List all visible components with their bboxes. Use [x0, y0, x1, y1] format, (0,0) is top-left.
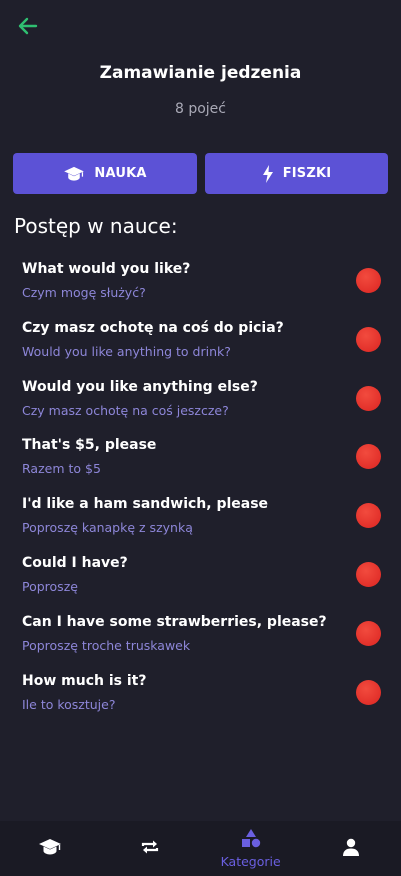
list-item[interactable]: That's $5, please Razem to $5 — [0, 434, 401, 493]
term-question: Can I have some strawberries, please? — [22, 613, 327, 630]
status-dot — [356, 268, 381, 293]
list-item[interactable]: Could I have? Poproszę — [0, 552, 401, 611]
status-dot — [356, 503, 381, 529]
term-answer: Poproszę kanapkę z szynką — [22, 520, 193, 536]
list-item[interactable]: Can I have some strawberries, please? Po… — [0, 611, 401, 670]
learn-button[interactable]: NAUKA — [13, 153, 197, 194]
term-answer: Ile to kosztuje? — [22, 696, 116, 712]
status-dot — [356, 620, 381, 646]
term-question: How much is it? — [22, 672, 147, 689]
flashcards-button[interactable]: FISZKI — [205, 153, 388, 194]
term-answer: Czym mogę służyć? — [22, 285, 146, 300]
bottom-navigation: Kategorie — [0, 821, 401, 876]
term-question: Would you like anything else? — [22, 378, 258, 395]
graduation-cap-icon — [63, 166, 85, 182]
user-icon — [342, 838, 360, 860]
status-dot — [356, 385, 381, 411]
term-question: Czy masz ochotę na coś do picia? — [22, 319, 284, 336]
status-dot — [356, 561, 381, 587]
term-answer: Poproszę — [22, 578, 78, 594]
list-item[interactable]: I'd like a ham sandwich, please Poproszę… — [0, 493, 401, 552]
page-title: Zamawianie jedzenia — [99, 63, 302, 83]
term-answer: Poproszę troche truskawek — [22, 637, 191, 653]
term-answer: Razem to $5 — [22, 461, 101, 477]
list-item[interactable]: What would you like? Czym mogę służyć? — [0, 258, 401, 317]
term-count: 8 pojeć — [174, 101, 226, 117]
shapes-icon — [240, 828, 262, 852]
term-list: What would you like? Czym mogę służyć? C… — [0, 258, 401, 728]
screen: Zamawianie jedzenia 8 pojeć NAUKA FISZKI… — [0, 0, 401, 876]
list-item[interactable]: How much is it? Ile to kosztuje? — [0, 670, 401, 729]
term-answer: Czy masz ochotę na coś jeszcze? — [22, 402, 229, 418]
back-button[interactable] — [14, 14, 42, 42]
term-question: Could I have? — [22, 554, 128, 571]
term-question: What would you like? — [22, 261, 191, 277]
nav-profile[interactable] — [301, 821, 401, 876]
nav-categories-label: Kategorie — [220, 854, 281, 869]
graduation-cap-icon — [38, 838, 62, 860]
term-question: I'd like a ham sandwich, please — [22, 496, 269, 513]
status-dot — [356, 326, 381, 352]
repeat-icon — [140, 837, 160, 861]
term-question: That's $5, please — [22, 437, 157, 454]
flashcards-button-label: FISZKI — [282, 166, 332, 181]
status-dot — [356, 444, 381, 470]
list-item[interactable]: Would you like anything else? Czy masz o… — [0, 376, 401, 435]
term-answer: Would you like anything to drink? — [22, 343, 231, 359]
nav-repeat[interactable] — [100, 821, 200, 876]
list-item[interactable]: Czy masz ochotę na coś do picia? Would y… — [0, 317, 401, 376]
lightning-icon — [262, 164, 274, 183]
status-dot — [356, 679, 381, 705]
back-arrow-icon — [16, 14, 40, 42]
nav-learn[interactable] — [0, 821, 100, 876]
nav-categories[interactable]: Kategorie — [201, 821, 301, 876]
learn-button-label: NAUKA — [94, 166, 147, 181]
progress-heading: Postęp w nauce: — [14, 214, 178, 238]
